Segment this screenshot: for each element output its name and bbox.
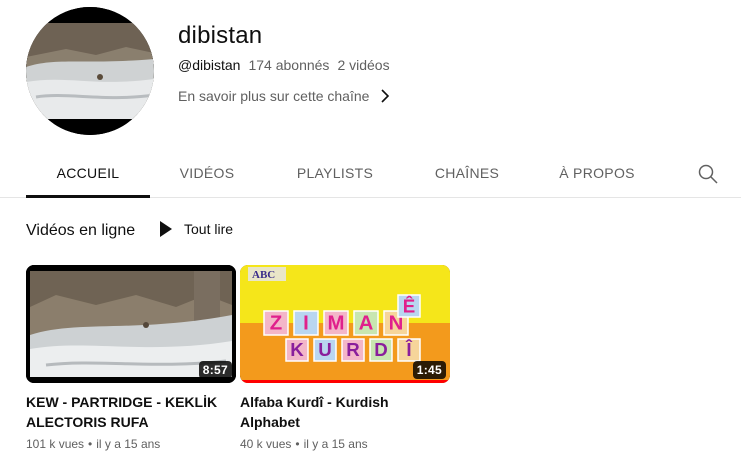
video-count: 2 vidéos bbox=[337, 57, 390, 73]
video-card[interactable]: ABC ZIMANÊ KURDÎ 1:45 Alfaba Kurdî - Kur… bbox=[240, 265, 450, 451]
channel-name: dibistan bbox=[178, 22, 263, 49]
view-count: 40 k vues bbox=[240, 437, 292, 451]
letter-block-text: Î bbox=[405, 339, 412, 360]
video-title[interactable]: KEW - PARTRIDGE - KEKLİK ALECTORIS RUFA bbox=[26, 392, 236, 432]
channel-handle: @dibistan bbox=[178, 57, 241, 73]
channel-tabs: ACCUEIL VIDÉOS PLAYLISTS CHAÎNES À PROPO… bbox=[0, 150, 741, 198]
tab-about[interactable]: À PROPOS bbox=[547, 150, 647, 198]
section-title: Vidéos en ligne bbox=[26, 222, 136, 239]
video-duration: 8:57 bbox=[198, 361, 232, 379]
avatar-image bbox=[26, 7, 154, 135]
thumb-corner-text: ABC bbox=[252, 269, 275, 281]
subscriber-count: 174 abonnés bbox=[248, 57, 330, 73]
video-duration: 1:45 bbox=[412, 361, 446, 379]
letter-block-text: Ê bbox=[403, 296, 415, 317]
letter-block-text: K bbox=[290, 339, 304, 360]
about-channel-link[interactable]: En savoir plus sur cette chaîne bbox=[178, 88, 393, 104]
letter-block-text: D bbox=[374, 339, 388, 360]
video-title[interactable]: Alfaba Kurdî - Kurdish Alphabet bbox=[240, 392, 450, 432]
watch-progress-bar bbox=[240, 380, 450, 383]
video-meta: 101 k vues • il y a 15 ans bbox=[26, 437, 161, 451]
upload-age: il y a 15 ans bbox=[96, 437, 161, 451]
play-icon bbox=[158, 220, 174, 238]
video-meta: 40 k vues • il y a 15 ans bbox=[240, 437, 368, 451]
upload-age: il y a 15 ans bbox=[303, 437, 368, 451]
letter-block-text: A bbox=[359, 313, 374, 335]
play-all-button[interactable]: Tout lire bbox=[158, 220, 233, 238]
letter-block-text: I bbox=[303, 313, 309, 335]
search-icon[interactable] bbox=[697, 163, 719, 185]
letter-block-text: R bbox=[346, 339, 360, 360]
letter-block-text: Z bbox=[270, 313, 282, 335]
chevron-right-icon bbox=[377, 88, 393, 104]
video-thumbnail[interactable]: 8:57 bbox=[26, 265, 236, 383]
channel-meta: @dibistan 174 abonnés 2 vidéos bbox=[178, 57, 398, 73]
tab-home[interactable]: ACCUEIL bbox=[26, 150, 150, 198]
tab-channels[interactable]: CHAÎNES bbox=[415, 150, 519, 198]
view-count: 101 k vues bbox=[26, 437, 85, 451]
video-thumbnail[interactable]: ABC ZIMANÊ KURDÎ 1:45 bbox=[240, 265, 450, 383]
video-card[interactable]: 8:57 KEW - PARTRIDGE - KEKLİK ALECTORIS … bbox=[26, 265, 236, 451]
letter-block-text: M bbox=[328, 313, 345, 335]
letter-block-text: U bbox=[318, 339, 332, 360]
tab-playlists[interactable]: PLAYLISTS bbox=[280, 150, 390, 198]
about-channel-label: En savoir plus sur cette chaîne bbox=[178, 88, 370, 104]
channel-avatar[interactable] bbox=[26, 7, 154, 135]
play-all-label: Tout lire bbox=[184, 221, 234, 237]
tab-videos[interactable]: VIDÉOS bbox=[157, 150, 257, 198]
